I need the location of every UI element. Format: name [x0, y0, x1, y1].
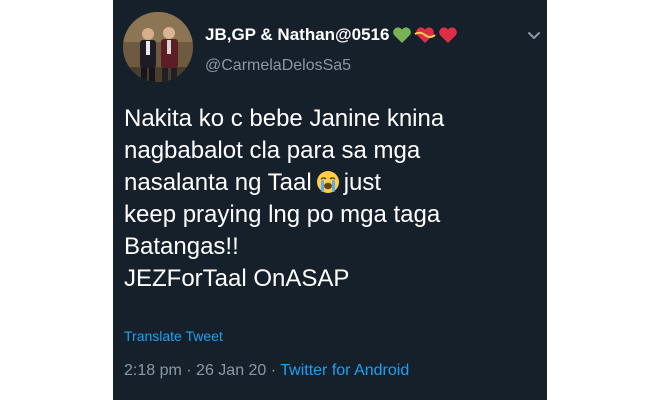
tweet-line-part: nasalanta ng Taal	[124, 169, 312, 196]
name-emoji-row	[392, 26, 460, 44]
tweet-source[interactable]: Twitter for Android	[280, 362, 409, 379]
meta-separator: ·	[270, 362, 277, 379]
meta-separator: ·	[186, 362, 192, 379]
translate-tweet-link[interactable]: Translate Tweet	[124, 328, 223, 344]
heart-with-ribbon-icon	[414, 27, 437, 43]
tweet-text: Nakita ko c bebe Janine knina nagbabalot…	[124, 103, 544, 295]
tweet-line: Batangas!!	[124, 233, 239, 260]
tweet-line: Nakita ko c bebe Janine knina	[124, 105, 445, 132]
tweet-line-with-emoji: nasalanta ng Taal just	[124, 167, 544, 199]
red-heart-icon	[439, 27, 458, 43]
tweet-date[interactable]: 26 Jan 20	[196, 362, 266, 379]
tweet-card: JB,GP & Nathan@0516 @CarmelaDelosSa5 Nak…	[113, 0, 547, 400]
tweet-meta: 2:18 pm · 26 Jan 20 · Twitter for Androi…	[124, 362, 409, 380]
tweet-line-part: just	[343, 169, 382, 196]
green-heart-icon	[393, 27, 412, 43]
user-handle[interactable]: @CarmelaDelosSa5	[205, 57, 351, 75]
display-name[interactable]: JB,GP & Nathan@0516	[205, 25, 460, 45]
chevron-down-icon[interactable]	[526, 28, 542, 44]
tweet-line: JEZForTaal OnASAP	[124, 265, 350, 292]
tweet-line: keep praying lng po mga taga	[124, 201, 441, 228]
loudly-crying-face-icon	[316, 171, 339, 193]
avatar[interactable]	[123, 12, 193, 82]
tweet-line: nagbabalot cla para sa mga	[124, 137, 421, 164]
tweet-time[interactable]: 2:18 pm	[124, 362, 182, 379]
avatar-photo	[123, 12, 193, 82]
display-name-text: JB,GP & Nathan@0516	[205, 25, 390, 44]
